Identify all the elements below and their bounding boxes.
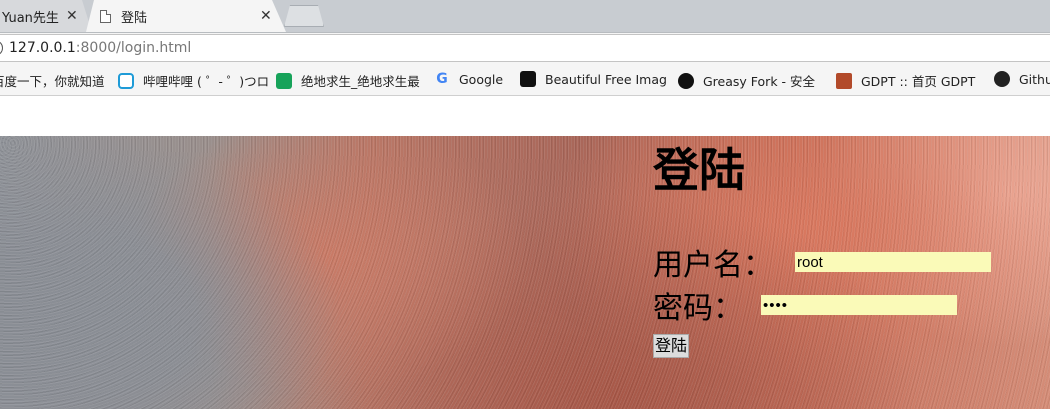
- close-icon[interactable]: ✕: [66, 8, 78, 24]
- bookmark-label: Google: [459, 71, 504, 87]
- bookmark-beautiful-free-images[interactable]: Beautiful Free Imag: [520, 71, 667, 87]
- login-form: 登陆 用户名： 密码： 登陆: [653, 140, 991, 358]
- tab-strip: Yuan先生 ✕ 登陆 ✕: [0, 0, 1050, 32]
- password-field[interactable]: [761, 295, 957, 315]
- url-host: 127.0.0.1: [9, 40, 76, 56]
- page-icon: [100, 9, 111, 23]
- bookmark-label: 百度一下，你就知道: [0, 74, 105, 89]
- bookmark-label: 哔哩哔哩 ( ゜- ゜)つロ: [143, 74, 270, 89]
- page-title: 登陆: [653, 143, 745, 197]
- bookmark-pubg[interactable]: 绝地求生_绝地求生最: [276, 71, 420, 90]
- tab-title: 登陆: [121, 10, 148, 26]
- url-input[interactable]: 127.0.0.1:8000/login.html: [0, 34, 1050, 62]
- password-label: 密码：: [653, 291, 743, 326]
- github-icon: [994, 71, 1010, 87]
- username-row: 用户名：: [653, 240, 991, 284]
- close-icon[interactable]: ✕: [260, 8, 272, 24]
- tab-login[interactable]: 登陆 ✕: [86, 0, 286, 32]
- bilibili-icon: [118, 72, 134, 89]
- info-icon[interactable]: [0, 41, 3, 55]
- bookmark-gdpt[interactable]: GDPT :: 首页 GDPT: [836, 71, 975, 90]
- bookmark-label: Greasy Fork - 安全: [703, 74, 816, 89]
- bookmark-greasy-fork[interactable]: Greasy Fork - 安全: [678, 71, 815, 90]
- new-tab-button[interactable]: [284, 5, 324, 27]
- password-row: 密码：: [653, 283, 957, 327]
- bookmark-label: 绝地求生_绝地求生最: [301, 74, 420, 89]
- page-top-margin: [0, 97, 1050, 136]
- bookmarks-bar: 百度一下，你就知道 哔哩哔哩 ( ゜- ゜)つロ 绝地求生_绝地求生最 G Go…: [0, 62, 1050, 96]
- bookmark-bilibili[interactable]: 哔哩哔哩 ( ゜- ゜)つロ: [118, 71, 269, 90]
- gdpt-icon: [836, 72, 852, 89]
- google-icon: G: [436, 71, 448, 87]
- tab-title: Yuan先生: [2, 10, 59, 26]
- username-label: 用户名：: [653, 248, 773, 283]
- address-bar: 127.0.0.1:8000/login.html: [0, 32, 1050, 62]
- username-field[interactable]: [795, 252, 991, 272]
- camera-icon: [520, 71, 536, 87]
- tab-yuan[interactable]: Yuan先生 ✕: [0, 0, 92, 32]
- pubg-icon: [276, 72, 292, 89]
- bookmark-github[interactable]: Githu: [994, 71, 1050, 87]
- url-path: :8000/login.html: [75, 40, 192, 56]
- login-button[interactable]: 登陆: [653, 334, 690, 358]
- bookmark-label: Githu: [1019, 71, 1050, 87]
- bookmark-baidu[interactable]: 百度一下，你就知道: [0, 71, 105, 90]
- bookmark-google[interactable]: G Google: [434, 71, 503, 87]
- greasy-fork-icon: [678, 72, 694, 89]
- bookmark-label: GDPT :: 首页 GDPT: [861, 74, 976, 89]
- bookmark-label: Beautiful Free Imag: [545, 71, 667, 87]
